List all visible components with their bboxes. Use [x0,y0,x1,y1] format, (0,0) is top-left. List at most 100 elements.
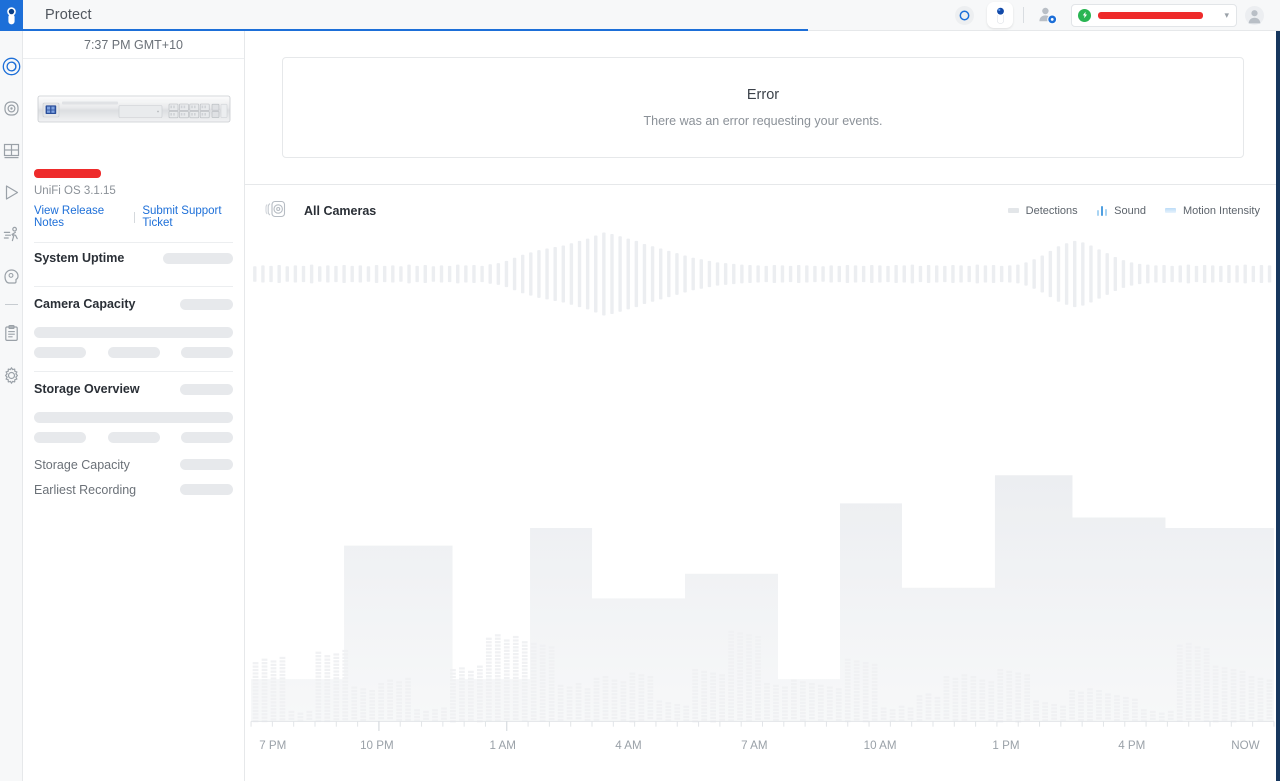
links-divider [134,211,136,223]
error-title: Error [746,87,780,103]
app-rail-items [0,31,23,396]
sound-bars-icon [1096,205,1108,216]
svg-text:10 PM: 10 PM [360,738,394,752]
chart-legend: Detections Sound Motion Intensity [1007,204,1260,217]
error-message: There was an error requesting your event… [643,114,883,128]
unifi-protect-logo-icon[interactable] [0,0,23,31]
skeleton-pill [34,432,86,443]
storage-overview-legend-skeletons [34,432,233,443]
earliest-recording-value-skeleton [180,484,233,495]
console-links: View Release Notes Submit Support Ticket [34,205,244,229]
svg-text:1 PM: 1 PM [992,738,1019,752]
header-admin-settings[interactable] [1029,0,1065,31]
svg-text:7 PM: 7 PM [259,738,286,752]
right-scroll-edge[interactable] [1276,31,1280,781]
submit-support-ticket-link[interactable]: Submit Support Ticket [142,205,244,229]
storage-overview-bar-skeleton [34,412,233,423]
chevron-down-icon: ▾ [1224,9,1229,20]
access-point-icon [954,5,974,25]
play-triangle-icon [5,184,18,200]
legend-detections[interactable]: Detections [1007,204,1078,217]
events-error-card: Error There was an error requesting your… [282,57,1244,158]
view-release-notes-link[interactable]: View Release Notes [34,205,127,229]
live-view-icon [2,57,20,75]
console-clock: 7:37 PM GMT+10 [23,31,244,59]
x-axis-labels: 7 PM 10 PM 1 AM 4 AM 7 AM 10 AM 1 PM 4 PM NOW [259,738,1260,752]
header-app-protect-active-bg [987,2,1014,28]
system-uptime-value-skeleton [163,252,233,264]
sidebar-item-cameras[interactable] [0,87,23,129]
svg-text:7 AM: 7 AM [741,738,767,752]
rail-divider [4,304,18,305]
svg-text:4 AM: 4 AM [615,738,641,752]
protect-camera-icon [995,6,1005,24]
camera-capacity-bar-skeleton [34,327,233,338]
skeleton-pill [181,432,233,443]
storage-overview-label: Storage Overview [34,382,140,396]
sidebar-item-motion-events[interactable] [0,213,23,255]
chart-camera-label: All Cameras [304,203,377,218]
camera-capacity-value-skeleton [180,298,233,310]
protect-dashboard: Protect ▾ 7:37 PM GMT+10 UniFi OS 3.1.15… [0,0,1280,781]
earliest-recording-row: Earliest Recording [34,477,233,502]
earliest-recording-label: Earliest Recording [34,482,137,497]
app-header: Protect ▾ [23,0,1280,31]
header-app-network[interactable] [946,0,982,31]
svg-text:1 AM: 1 AM [489,738,515,752]
header-app-protect[interactable] [982,0,1018,31]
svg-text:4 PM: 4 PM [1118,738,1145,752]
running-person-icon [3,226,18,241]
storage-capacity-row: Storage Capacity [34,452,233,477]
sidebar-item-playback[interactable] [0,171,23,213]
console-os-version: UniFi OS 3.1.15 [34,185,116,197]
legend-sound-label: Sound [1114,204,1146,217]
events-timeline-chart[interactable]: 7 PM 10 PM 1 AM 4 AM 7 AM 10 AM 1 PM 4 PM NOW [245,225,1280,781]
skeleton-pill [107,432,160,443]
legend-detections-label: Detections [1025,204,1078,217]
right-column: Protect ▾ 7:37 PM GMT+10 UniFi OS 3.1.15… [23,0,1280,781]
storage-capacity-label: Storage Capacity [34,457,130,472]
legend-motion-intensity[interactable]: Motion Intensity [1164,204,1260,217]
user-avatar-button[interactable] [1237,0,1271,31]
sidebar-item-dashboard[interactable] [0,45,23,87]
system-uptime-label: System Uptime [34,251,125,265]
skeleton-pill [34,347,86,358]
motion-intensity-area [251,475,1274,722]
camera-capacity-section: Camera Capacity [23,287,244,358]
camera-capacity-label: Camera Capacity [34,297,136,311]
x-axis [250,720,1275,731]
sidebar-item-reports[interactable] [0,312,23,354]
skeleton-pill [181,347,233,358]
legend-motion-intensity-label: Motion Intensity [1182,204,1260,217]
sidebar-item-liveview-grid[interactable] [0,129,23,171]
clipboard-icon [4,324,18,341]
storage-capacity-value-skeleton [180,459,233,470]
sidebar-item-settings[interactable] [0,354,23,396]
udm-pro-device-icon [23,59,244,159]
camera-stack-icon [263,195,290,227]
svg-text:10 AM: 10 AM [864,738,897,752]
camera-capacity-legend-skeletons [34,347,233,358]
page-title: Protect [45,7,92,23]
sound-waveform [253,232,1272,316]
events-timeline-svg: 7 PM 10 PM 1 AM 4 AM 7 AM 10 AM 1 PM 4 PM NOW [250,232,1275,752]
header-divider [1023,7,1025,23]
app-rail [0,0,23,781]
square-swatch-icon [1164,208,1176,213]
camera-icon [3,100,19,116]
console-selector-chip[interactable]: ▾ [1071,3,1237,27]
console-device-name-redacted [34,169,101,178]
skeleton-pill [107,347,160,358]
storage-overview-value-skeleton [180,383,233,395]
gear-icon [4,366,18,384]
legend-sound[interactable]: Sound [1096,204,1146,217]
header-actions: ▾ [946,0,1280,31]
user-avatar-icon [1244,5,1264,25]
face-detection-icon [3,268,19,284]
console-sidebar: 7:37 PM GMT+10 UniFi OS 3.1.15 View Rele… [23,31,245,781]
sidebar-item-ai-detections[interactable] [0,255,23,297]
user-settings-icon [1039,7,1058,24]
console-name-redacted [1098,11,1204,19]
svg-text:NOW: NOW [1231,738,1260,752]
error-card-wrap: Error There was an error requesting your… [245,31,1280,158]
